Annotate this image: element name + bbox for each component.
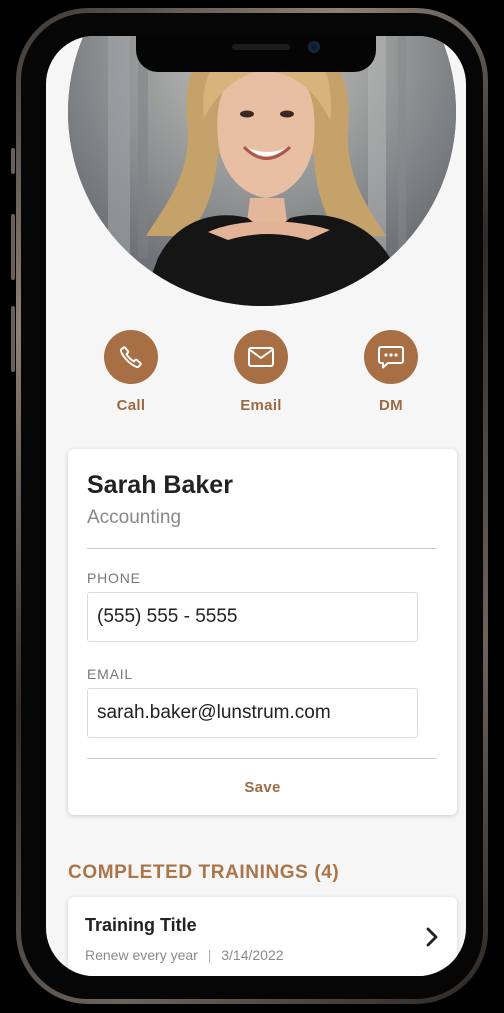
email-field[interactable]: sarah.baker@lunstrum.com — [87, 688, 418, 738]
profile-photo — [68, 36, 456, 306]
dm-label: DM — [379, 397, 403, 414]
email-field-label: EMAIL — [87, 666, 134, 682]
training-frequency: Renew every year — [85, 947, 198, 963]
dm-action[interactable]: DM — [341, 330, 441, 414]
email-action[interactable]: Email — [211, 330, 311, 414]
notch — [136, 36, 376, 72]
profile-card: Sarah Baker Accounting PHONE (555) 555 -… — [68, 449, 457, 815]
volume-down-button — [11, 306, 15, 372]
chevron-right-icon — [425, 927, 439, 952]
email-button[interactable] — [234, 330, 288, 384]
mail-icon — [248, 347, 274, 367]
training-title: Training Title — [85, 915, 197, 935]
front-camera — [308, 41, 320, 53]
call-button[interactable] — [104, 330, 158, 384]
app-screen: Call Email DM Sarah Baker Accounting PHO… — [46, 36, 466, 976]
dm-button[interactable] — [364, 330, 418, 384]
profile-photo-image — [68, 36, 456, 306]
mute-switch — [11, 148, 15, 174]
training-item[interactable]: Training Title Renew every year | 3/14/2… — [68, 897, 457, 976]
phone-icon — [119, 346, 142, 369]
card-divider-bottom — [87, 758, 437, 759]
phone-label: PHONE — [87, 570, 141, 586]
training-meta: Renew every year | 3/14/2022 — [85, 947, 284, 963]
profile-department: Accounting — [87, 507, 182, 528]
email-label: Email — [240, 397, 282, 414]
message-icon — [378, 346, 404, 369]
volume-up-button — [11, 214, 15, 280]
completed-trainings-heading: COMPLETED TRAININGS (4) — [68, 862, 340, 883]
phone-field[interactable]: (555) 555 - 5555 — [87, 592, 418, 642]
meta-separator: | — [207, 947, 212, 963]
call-action[interactable]: Call — [81, 330, 181, 414]
card-divider-top — [87, 548, 437, 549]
profile-name: Sarah Baker — [87, 471, 233, 499]
speaker-grille — [232, 44, 290, 50]
call-label: Call — [116, 397, 146, 414]
training-date: 3/14/2022 — [221, 947, 284, 963]
save-button[interactable]: Save — [68, 779, 457, 796]
contact-actions: Call Email DM — [46, 330, 466, 420]
